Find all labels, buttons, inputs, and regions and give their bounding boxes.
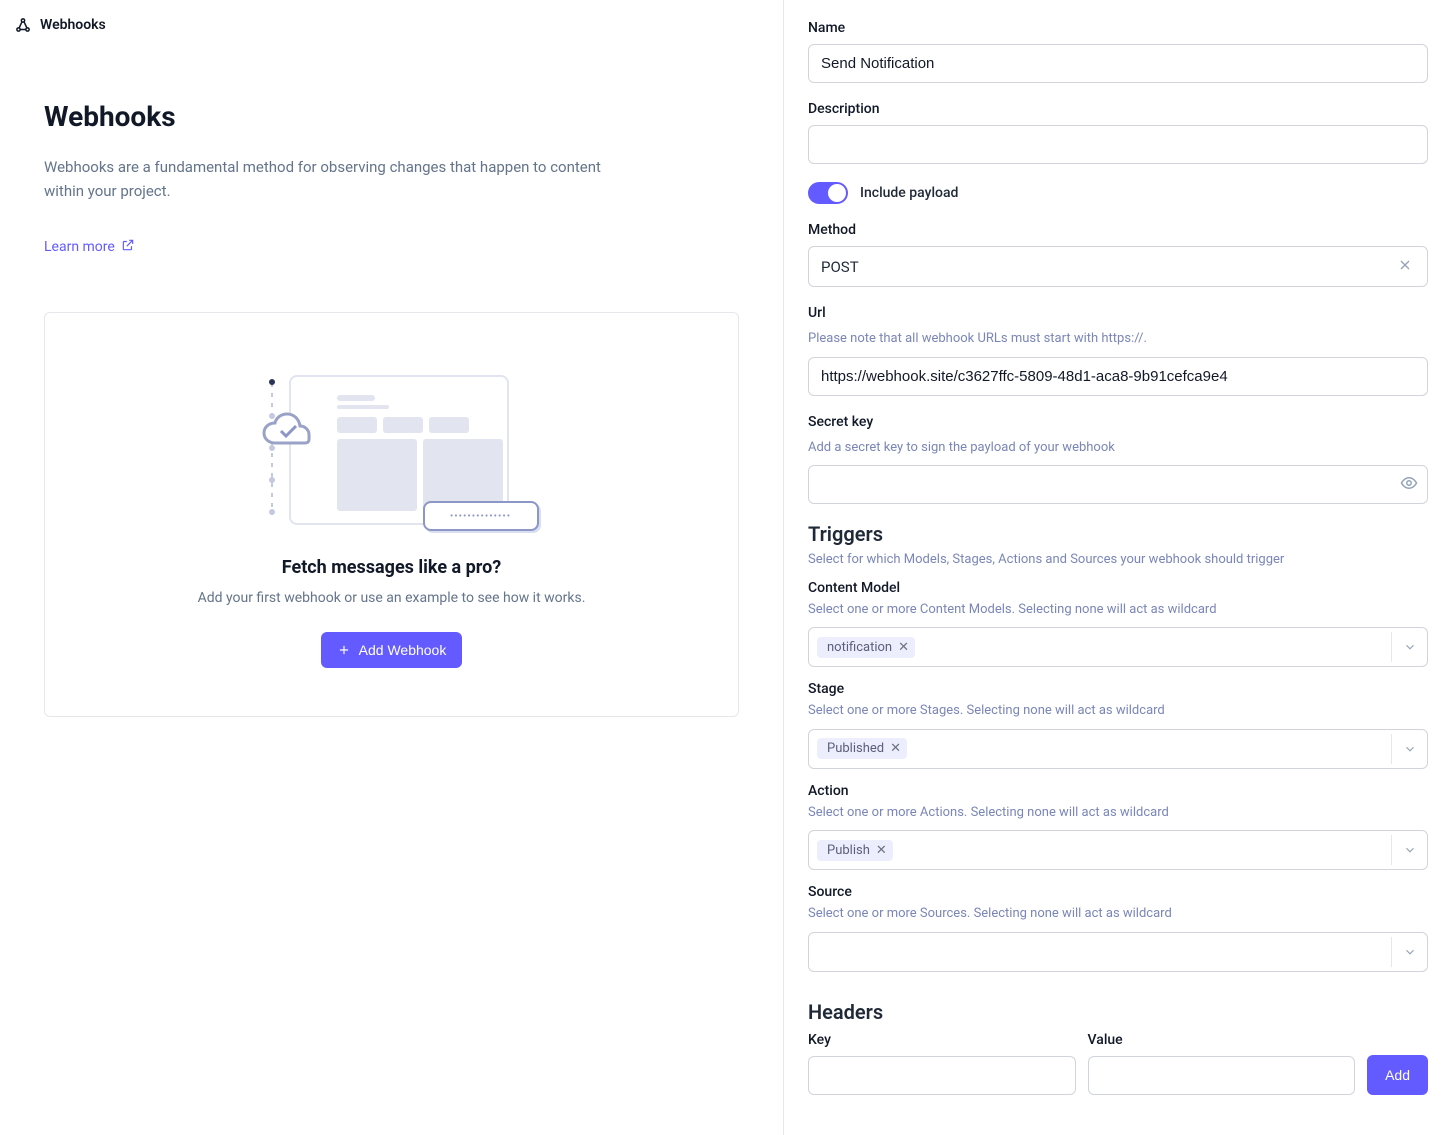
triggers-hint: Select for which Models, Stages, Actions…: [808, 550, 1428, 570]
add-webhook-button[interactable]: Add Webhook: [321, 632, 463, 668]
content-model-label: Content Model: [808, 580, 1428, 596]
empty-state-card: •••••••••••••• Fetch messages like a pro…: [44, 312, 739, 717]
tag-remove-icon[interactable]: ✕: [898, 641, 909, 654]
chevron-down-icon[interactable]: [1391, 734, 1427, 764]
empty-state-subtitle: Add your first webhook or use an example…: [65, 590, 718, 606]
source-label: Source: [808, 884, 1428, 900]
secret-hint: Add a secret key to sign the payload of …: [808, 438, 1428, 458]
method-label: Method: [808, 222, 1428, 238]
header-value-input[interactable]: [1088, 1056, 1356, 1095]
chevron-down-icon[interactable]: [1391, 835, 1427, 865]
empty-state-illustration: ••••••••••••••: [257, 369, 527, 529]
action-hint: Select one or more Actions. Selecting no…: [808, 803, 1428, 823]
include-payload-toggle[interactable]: [808, 182, 848, 204]
stage-tag: Published ✕: [817, 738, 907, 759]
action-tag: Publish ✕: [817, 840, 893, 861]
secret-input[interactable]: [808, 465, 1428, 504]
url-hint: Please note that all webhook URLs must s…: [808, 329, 1428, 349]
chevron-down-icon[interactable]: [1391, 937, 1427, 967]
breadcrumb: Webhooks: [14, 14, 739, 34]
description-input[interactable]: [808, 125, 1428, 164]
content-model-tag: notification ✕: [817, 637, 915, 658]
content-model-hint: Select one or more Content Models. Selec…: [808, 600, 1428, 620]
url-label: Url: [808, 305, 1428, 321]
method-select[interactable]: POST: [808, 246, 1428, 287]
learn-more-link[interactable]: Learn more: [44, 238, 135, 256]
password-box-icon: ••••••••••••••: [423, 501, 539, 531]
add-webhook-label: Add Webhook: [359, 642, 447, 658]
source-hint: Select one or more Sources. Selecting no…: [808, 904, 1428, 924]
stage-label: Stage: [808, 681, 1428, 697]
eye-icon[interactable]: [1400, 474, 1418, 496]
breadcrumb-label: Webhooks: [40, 17, 106, 33]
learn-more-label: Learn more: [44, 239, 115, 255]
header-value-label: Value: [1088, 1032, 1356, 1048]
content-model-select[interactable]: notification ✕: [808, 627, 1428, 667]
webhooks-icon: [14, 16, 32, 34]
name-label: Name: [808, 20, 1428, 36]
header-add-button[interactable]: Add: [1367, 1055, 1428, 1095]
cloud-check-icon: [257, 409, 321, 453]
stage-hint: Select one or more Stages. Selecting non…: [808, 701, 1428, 721]
url-input[interactable]: [808, 357, 1428, 396]
triggers-title: Triggers: [808, 522, 1428, 546]
name-input[interactable]: [808, 44, 1428, 83]
action-label: Action: [808, 783, 1428, 799]
headers-title: Headers: [808, 1000, 1428, 1024]
description-label: Description: [808, 101, 1428, 117]
empty-state-title: Fetch messages like a pro?: [65, 557, 718, 578]
header-key-input[interactable]: [808, 1056, 1076, 1095]
plus-icon: [337, 643, 351, 657]
external-link-icon: [121, 238, 135, 256]
method-clear-button[interactable]: [1393, 253, 1417, 280]
include-payload-label: Include payload: [860, 185, 958, 201]
page-description: Webhooks are a fundamental method for ob…: [44, 155, 639, 203]
header-key-label: Key: [808, 1032, 1076, 1048]
close-icon: [1397, 257, 1413, 276]
tag-remove-icon[interactable]: ✕: [876, 844, 887, 857]
chevron-down-icon[interactable]: [1391, 632, 1427, 662]
secret-label: Secret key: [808, 414, 1428, 430]
stage-select[interactable]: Published ✕: [808, 729, 1428, 769]
source-select[interactable]: [808, 932, 1428, 972]
method-value: POST: [821, 258, 859, 276]
action-select[interactable]: Publish ✕: [808, 830, 1428, 870]
page-title: Webhooks: [44, 100, 739, 133]
tag-remove-icon[interactable]: ✕: [890, 742, 901, 755]
